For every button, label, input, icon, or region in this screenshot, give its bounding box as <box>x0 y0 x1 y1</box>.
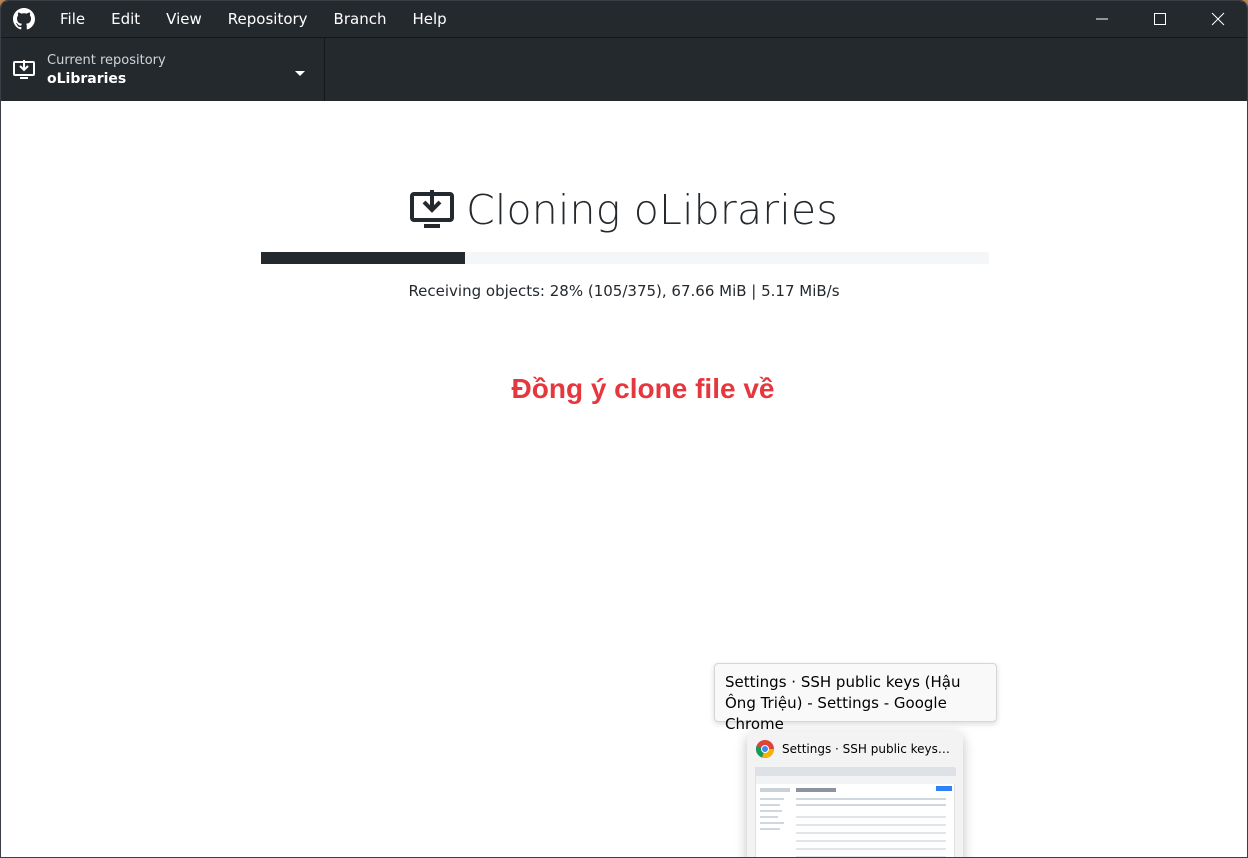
menu-bar: File Edit View Repository Branch Help <box>47 1 460 37</box>
taskbar-tooltip: Settings · SSH public keys (Hậu Ông Triệ… <box>714 663 997 733</box>
minimize-icon <box>1096 18 1108 20</box>
clone-progress-fill <box>261 252 465 264</box>
maximize-button[interactable] <box>1131 1 1189 37</box>
menu-branch[interactable]: Branch <box>321 1 400 37</box>
current-repository-name: oLibraries <box>47 71 127 87</box>
preview-title: Settings · SSH public keys (Hậu Ông Triệ… <box>782 742 950 756</box>
close-icon <box>1211 12 1225 26</box>
current-repository-selector[interactable]: Current repository oLibraries <box>1 38 325 102</box>
menu-repository[interactable]: Repository <box>215 1 321 37</box>
current-repository-label: Current repository <box>47 53 166 68</box>
github-desktop-window: File Edit View Repository Branch Help Cu… <box>0 0 1248 858</box>
clone-icon <box>410 190 455 228</box>
annotation-caption: Đồng ý clone file về <box>511 373 775 404</box>
github-logo-icon <box>1 1 47 37</box>
chrome-icon <box>755 740 774 759</box>
minimize-button[interactable] <box>1073 1 1131 37</box>
caret-down-icon <box>294 65 306 83</box>
clone-header: Cloning oLibraries <box>1 186 1247 234</box>
menu-file[interactable]: File <box>47 1 98 37</box>
clone-progress-bar <box>261 252 989 264</box>
taskbar-window-preview[interactable]: Settings · SSH public keys (Hậu Ông Triệ… <box>747 731 963 857</box>
maximize-icon <box>1154 13 1166 25</box>
title-bar: File Edit View Repository Branch Help <box>1 1 1247 37</box>
menu-help[interactable]: Help <box>399 1 459 37</box>
menu-view[interactable]: View <box>153 1 215 37</box>
window-controls <box>1073 1 1247 37</box>
repo-clone-icon <box>1 59 47 81</box>
close-button[interactable] <box>1189 1 1247 37</box>
main-content: Cloning oLibraries Receiving objects: 28… <box>1 101 1247 857</box>
preview-thumbnail <box>755 767 956 857</box>
menu-edit[interactable]: Edit <box>98 1 153 37</box>
clone-title: Cloning oLibraries <box>466 186 838 234</box>
clone-progress-status: Receiving objects: 28% (105/375), 67.66 … <box>408 282 840 300</box>
toolbar: Current repository oLibraries <box>1 37 1247 102</box>
